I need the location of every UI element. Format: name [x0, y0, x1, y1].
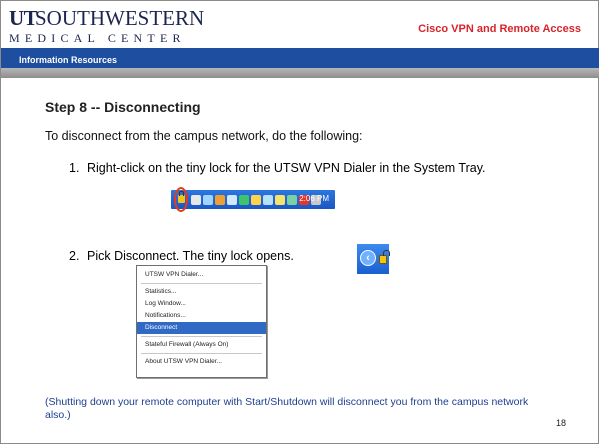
menu-item-statistics[interactable]: Statistics...: [137, 286, 266, 298]
logo-ut-mark: UT: [9, 6, 38, 30]
vpn-lock-icon[interactable]: [178, 191, 185, 203]
tray-icon: [287, 194, 297, 205]
tray-icon: [191, 194, 201, 205]
menu-separator: [141, 353, 262, 354]
menu-item-dialer[interactable]: UTSW VPN Dialer...: [137, 269, 266, 281]
tray-icon: [203, 194, 213, 205]
menu-item-disconnect[interactable]: Disconnect: [137, 322, 266, 334]
page-number: 18: [556, 418, 567, 428]
logo-subtitle: MEDICAL CENTER: [9, 31, 186, 45]
menu-item-about[interactable]: About UTSW VPN Dialer...: [137, 356, 266, 368]
tray-clock: 2:06 PM: [299, 194, 329, 203]
logo-name: SOUTHWESTERN: [35, 6, 205, 30]
menu-item-stateful-firewall[interactable]: Stateful Firewall (Always On): [137, 339, 266, 351]
slide: UT SOUTHWESTERN MEDICAL CENTER Cisco VPN…: [0, 0, 599, 444]
tray-icon: [251, 194, 261, 205]
header-title: Cisco VPN and Remote Access: [418, 23, 581, 35]
tray-icon: [263, 194, 273, 205]
menu-separator: [141, 283, 262, 284]
step-item-text: Pick Disconnect. The tiny lock opens.: [87, 249, 294, 263]
tray-icon: [275, 194, 285, 205]
system-tray-image: 2:06 PM: [171, 190, 335, 209]
menu-item-log-window[interactable]: Log Window...: [137, 298, 266, 310]
menu-item-notifications[interactable]: Notifications...: [137, 310, 266, 322]
tray-icon: [239, 194, 249, 205]
tray-icon: [227, 194, 237, 205]
step-item-number: 2.: [69, 249, 80, 263]
tray-icon: [215, 194, 225, 205]
vpn-context-menu: UTSW VPN Dialer... Statistics... Log Win…: [136, 265, 267, 378]
header-gray-bar: [1, 68, 599, 78]
open-lock-icon: [379, 250, 390, 264]
step-title: Step 8 -- Disconnecting: [45, 99, 201, 115]
shutdown-note: (Shutting down your remote computer with…: [45, 396, 529, 421]
step-item-number: 1.: [69, 161, 80, 175]
back-arrow-icon: ‹: [360, 250, 376, 266]
menu-separator: [141, 336, 262, 337]
step-item-text: Right-click on the tiny lock for the UTS…: [87, 161, 486, 175]
intro-text: To disconnect from the campus network, d…: [45, 129, 363, 143]
header-bar-label: Information Resources: [19, 55, 118, 65]
